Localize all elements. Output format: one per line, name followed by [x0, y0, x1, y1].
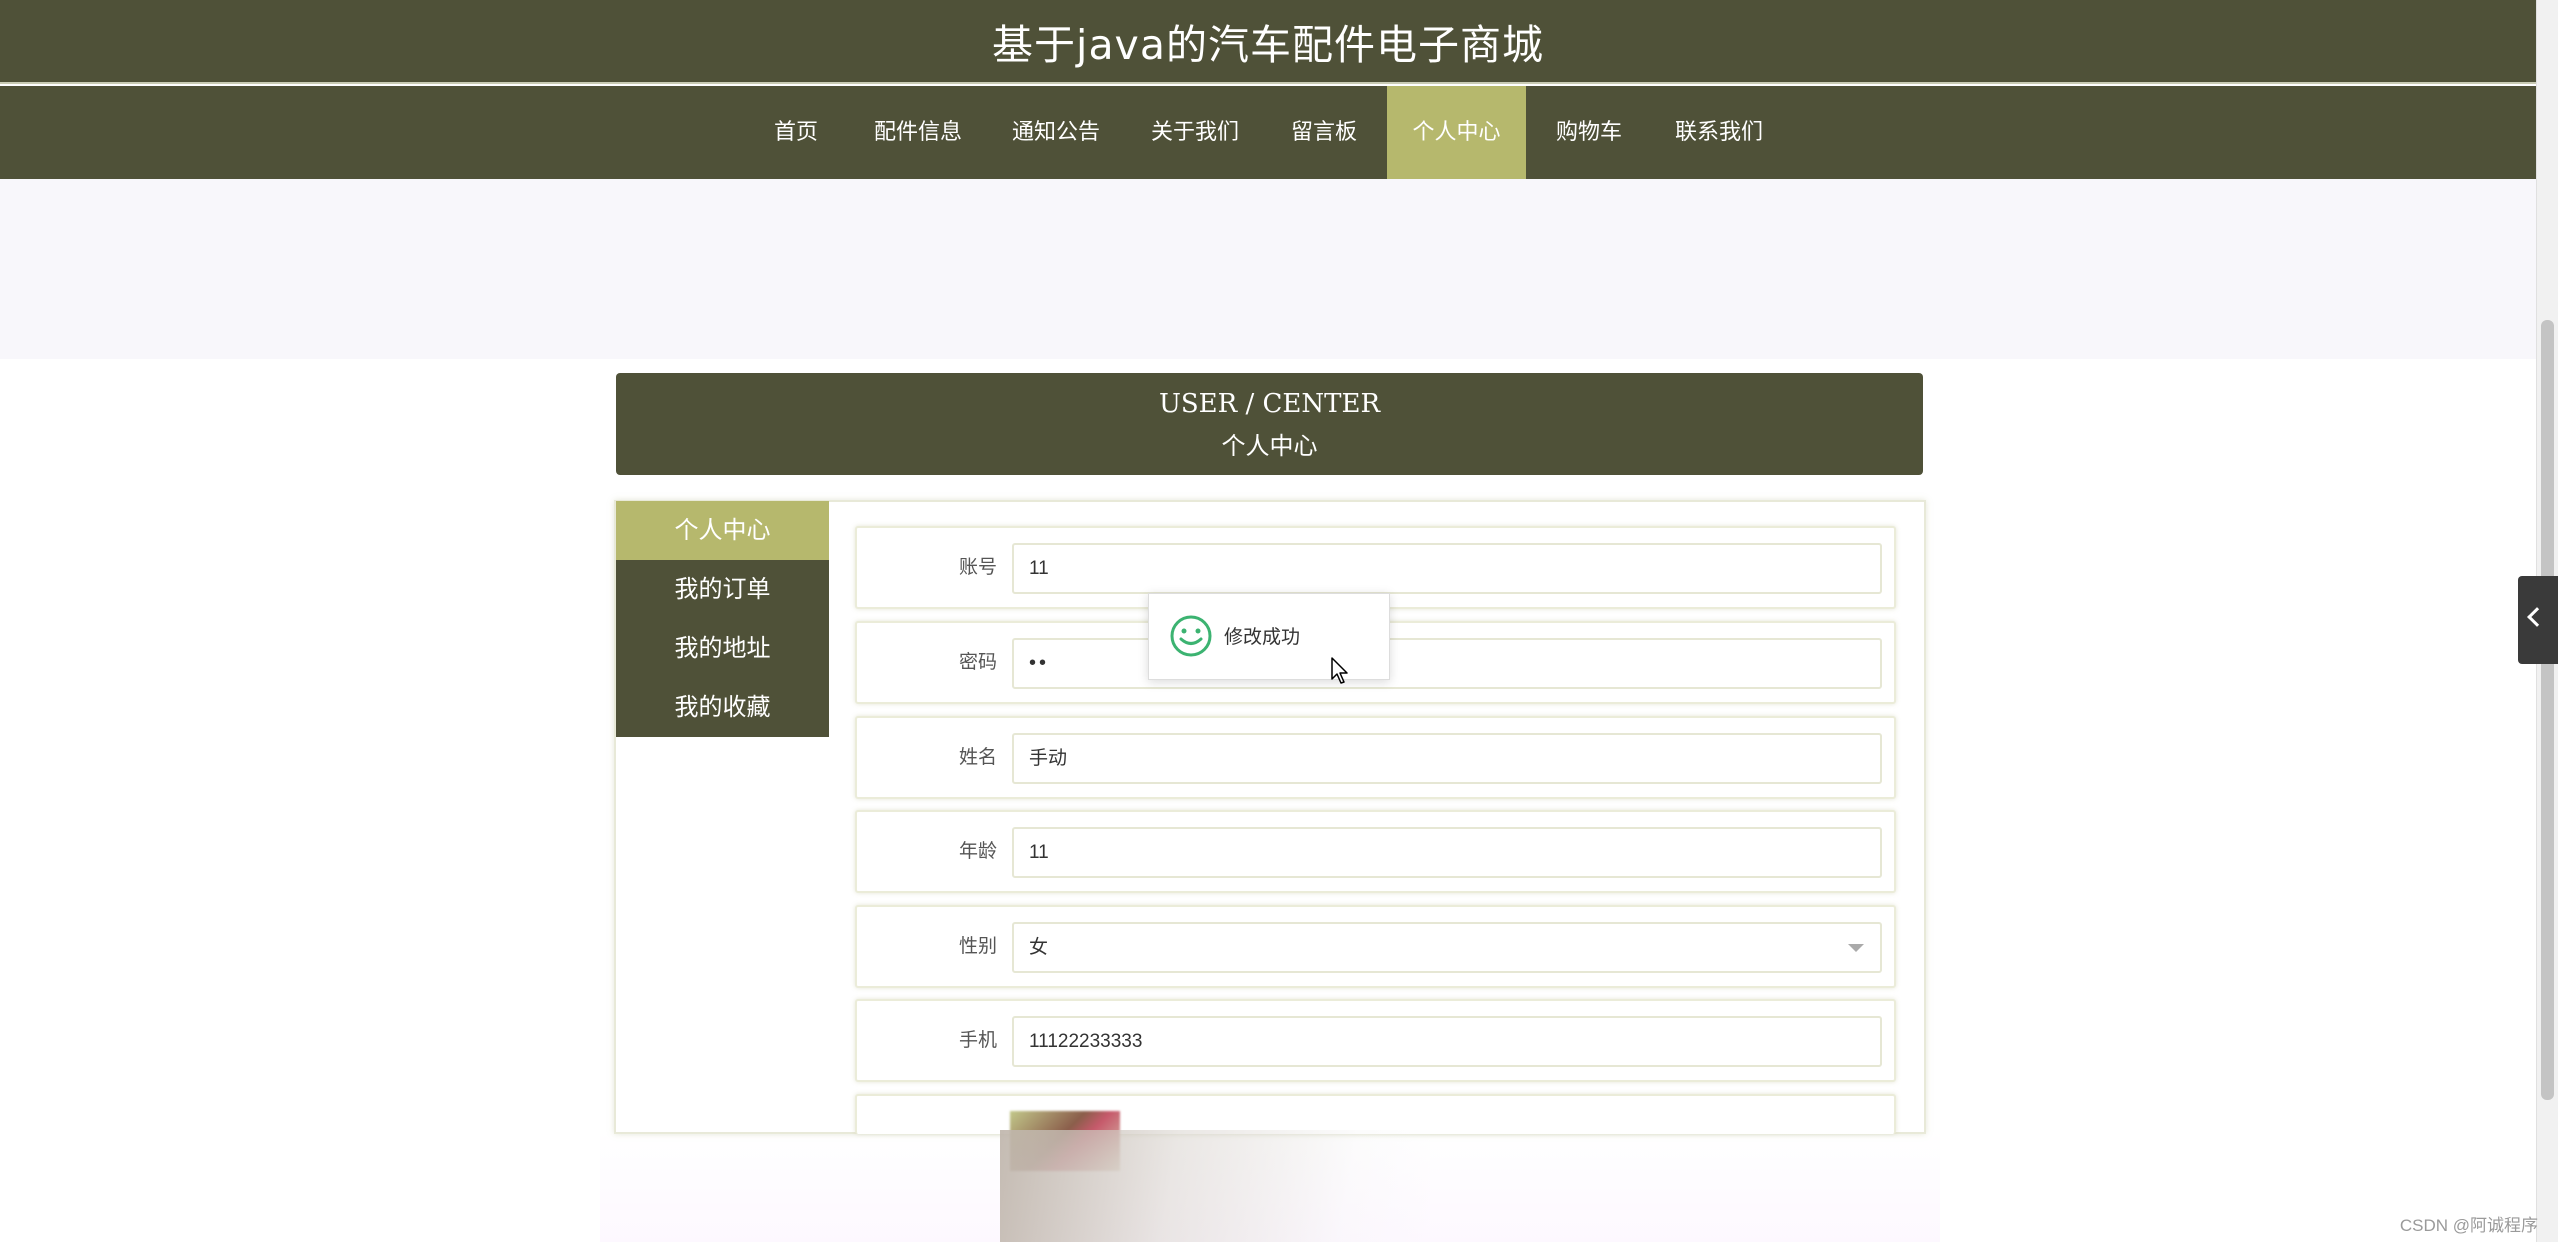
age-input[interactable]: 11 [1012, 827, 1882, 878]
account-label: 账号 [958, 556, 997, 578]
nav-item-user-center[interactable]: 个人中心 [1387, 86, 1526, 179]
success-toast: 修改成功 [1148, 593, 1390, 680]
gender-label: 性别 [958, 935, 997, 957]
chevron-down-icon [1848, 944, 1864, 952]
sidebar-menu: 个人中心 我的订单 我的地址 我的收藏 [616, 501, 829, 737]
chevron-left-icon [2527, 607, 2547, 627]
password-input[interactable]: •• [1012, 638, 1882, 689]
site-header: 基于java的汽车配件电子商城 [0, 0, 2536, 84]
form-row-name: 姓名 手动 [855, 716, 1896, 799]
scrollbar-thumb[interactable] [2541, 320, 2554, 1100]
site-title: 基于java的汽车配件电子商城 [992, 21, 1544, 69]
form-row-gender: 性别 女 [855, 905, 1896, 988]
sidebar-item-addresses[interactable]: 我的地址 [616, 619, 829, 678]
pixelated-overlay [1000, 1130, 1430, 1242]
name-label: 姓名 [958, 746, 997, 768]
mouse-cursor-icon [1331, 657, 1348, 684]
password-label: 密码 [958, 651, 997, 673]
nav-item-parts[interactable]: 配件信息 [858, 86, 978, 179]
nav-item-home[interactable]: 首页 [753, 86, 839, 179]
smile-icon [1170, 615, 1212, 657]
section-title-cn: 个人中心 [1221, 432, 1318, 460]
sidebar-item-orders[interactable]: 我的订单 [616, 560, 829, 619]
nav-item-messages[interactable]: 留言板 [1272, 86, 1376, 179]
sidebar-item-favorites[interactable]: 我的收藏 [616, 678, 829, 737]
main-nav: 首页 配件信息 通知公告 关于我们 留言板 个人中心 购物车 联系我们 [0, 86, 2536, 179]
toast-message: 修改成功 [1224, 626, 1301, 648]
section-header: USER / CENTER 个人中心 [616, 373, 1923, 475]
name-input[interactable]: 手动 [1012, 733, 1882, 784]
watermark: CSDN @阿诚程序 [2399, 1216, 2538, 1235]
nav-item-contact[interactable]: 联系我们 [1659, 86, 1779, 179]
gender-select[interactable]: 女 [1012, 922, 1882, 973]
nav-item-notices[interactable]: 通知公告 [996, 86, 1116, 179]
section-title-en: USER / CENTER [1158, 389, 1381, 419]
gender-selected-value: 女 [1029, 937, 1049, 958]
banner-area [0, 179, 2536, 359]
account-input[interactable]: 11 [1012, 543, 1882, 594]
phone-input[interactable]: 11122233333 [1012, 1016, 1882, 1067]
form-row-phone: 手机 11122233333 [855, 999, 1896, 1082]
age-label: 年龄 [958, 840, 997, 862]
form-row-age: 年龄 11 [855, 810, 1896, 893]
side-panel-toggle[interactable] [2518, 576, 2558, 664]
phone-label: 手机 [958, 1029, 997, 1051]
nav-item-about[interactable]: 关于我们 [1135, 86, 1255, 179]
nav-item-cart[interactable]: 购物车 [1537, 86, 1641, 179]
sidebar-item-user-center[interactable]: 个人中心 [616, 501, 829, 560]
